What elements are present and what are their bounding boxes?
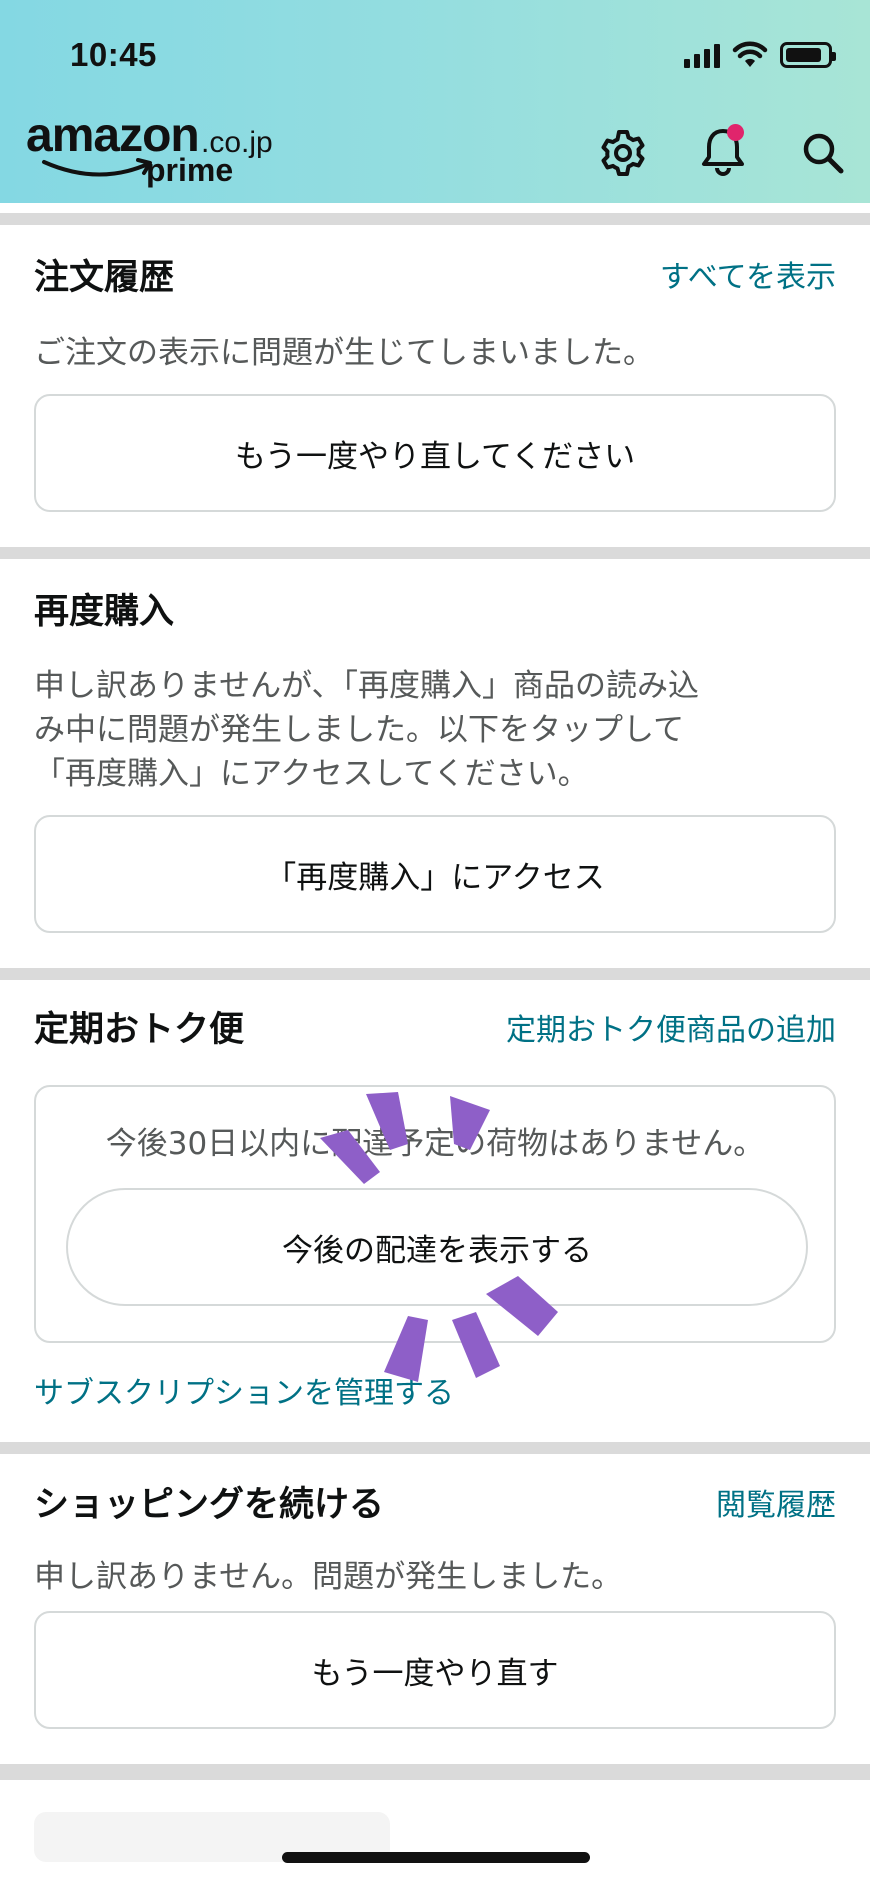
- view-upcoming-deliveries-button[interactable]: 今後の配達を表示する: [66, 1188, 808, 1306]
- bell-icon[interactable]: [698, 124, 748, 176]
- battery-icon: [780, 42, 836, 68]
- buy-again-error-line-2: み中に問題が発生しました。以下をタップして: [34, 712, 685, 748]
- app-header: 10:45 amazon .co.jp prime: [0, 0, 870, 203]
- section-divider: [0, 968, 870, 980]
- notification-badge: [727, 124, 744, 141]
- continue-shopping-error-message: 申し訳ありません。問題が発生しました。: [34, 1559, 623, 1595]
- order-history-title: 注文履歴: [34, 258, 175, 298]
- status-icons: [684, 40, 836, 70]
- subscribe-save-title: 定期おトク便: [34, 1010, 245, 1050]
- gear-icon[interactable]: [598, 128, 648, 178]
- retry-continue-shopping-button[interactable]: もう一度やり直す: [34, 1611, 836, 1729]
- access-buy-again-button[interactable]: 「再度購入」にアクセス: [34, 815, 836, 933]
- home-indicator[interactable]: [282, 1852, 590, 1863]
- smile-arrow-icon: [42, 158, 152, 177]
- buy-again-title: 再度購入: [34, 592, 175, 632]
- browsing-history-link[interactable]: 閲覧履歴: [716, 1486, 836, 1526]
- buy-again-error-line-3: 「再度購入」にアクセスしてください。: [34, 756, 589, 792]
- order-history-error-message: ご注文の表示に問題が生じてしまいました。: [34, 335, 654, 371]
- buy-again-error-line-1: 申し訳ありませんが、「再度購入」商品の読み込: [34, 668, 699, 704]
- no-deliveries-message: 今後30日以内に配達予定の荷物はありません。: [105, 1126, 765, 1162]
- section-divider: [0, 1764, 870, 1780]
- section-divider: [0, 1442, 870, 1454]
- retry-orders-button[interactable]: もう一度やり直してください: [34, 394, 836, 512]
- add-subscribe-save-item-link[interactable]: 定期おトク便商品の追加: [506, 1011, 836, 1051]
- section-divider: [0, 213, 870, 225]
- wifi-icon: [732, 41, 768, 67]
- search-icon[interactable]: [798, 128, 848, 178]
- continue-shopping-title: ショッピングを続ける: [34, 1485, 385, 1525]
- view-all-orders-link[interactable]: すべてを表示: [660, 258, 836, 298]
- cellular-signal-icon: [684, 42, 720, 68]
- manage-subscriptions-link[interactable]: サブスクリプションを管理する: [34, 1374, 454, 1414]
- amazon-prime-logo[interactable]: amazon .co.jp prime: [26, 112, 286, 192]
- status-time: 10:45: [70, 36, 157, 73]
- section-divider: [0, 547, 870, 559]
